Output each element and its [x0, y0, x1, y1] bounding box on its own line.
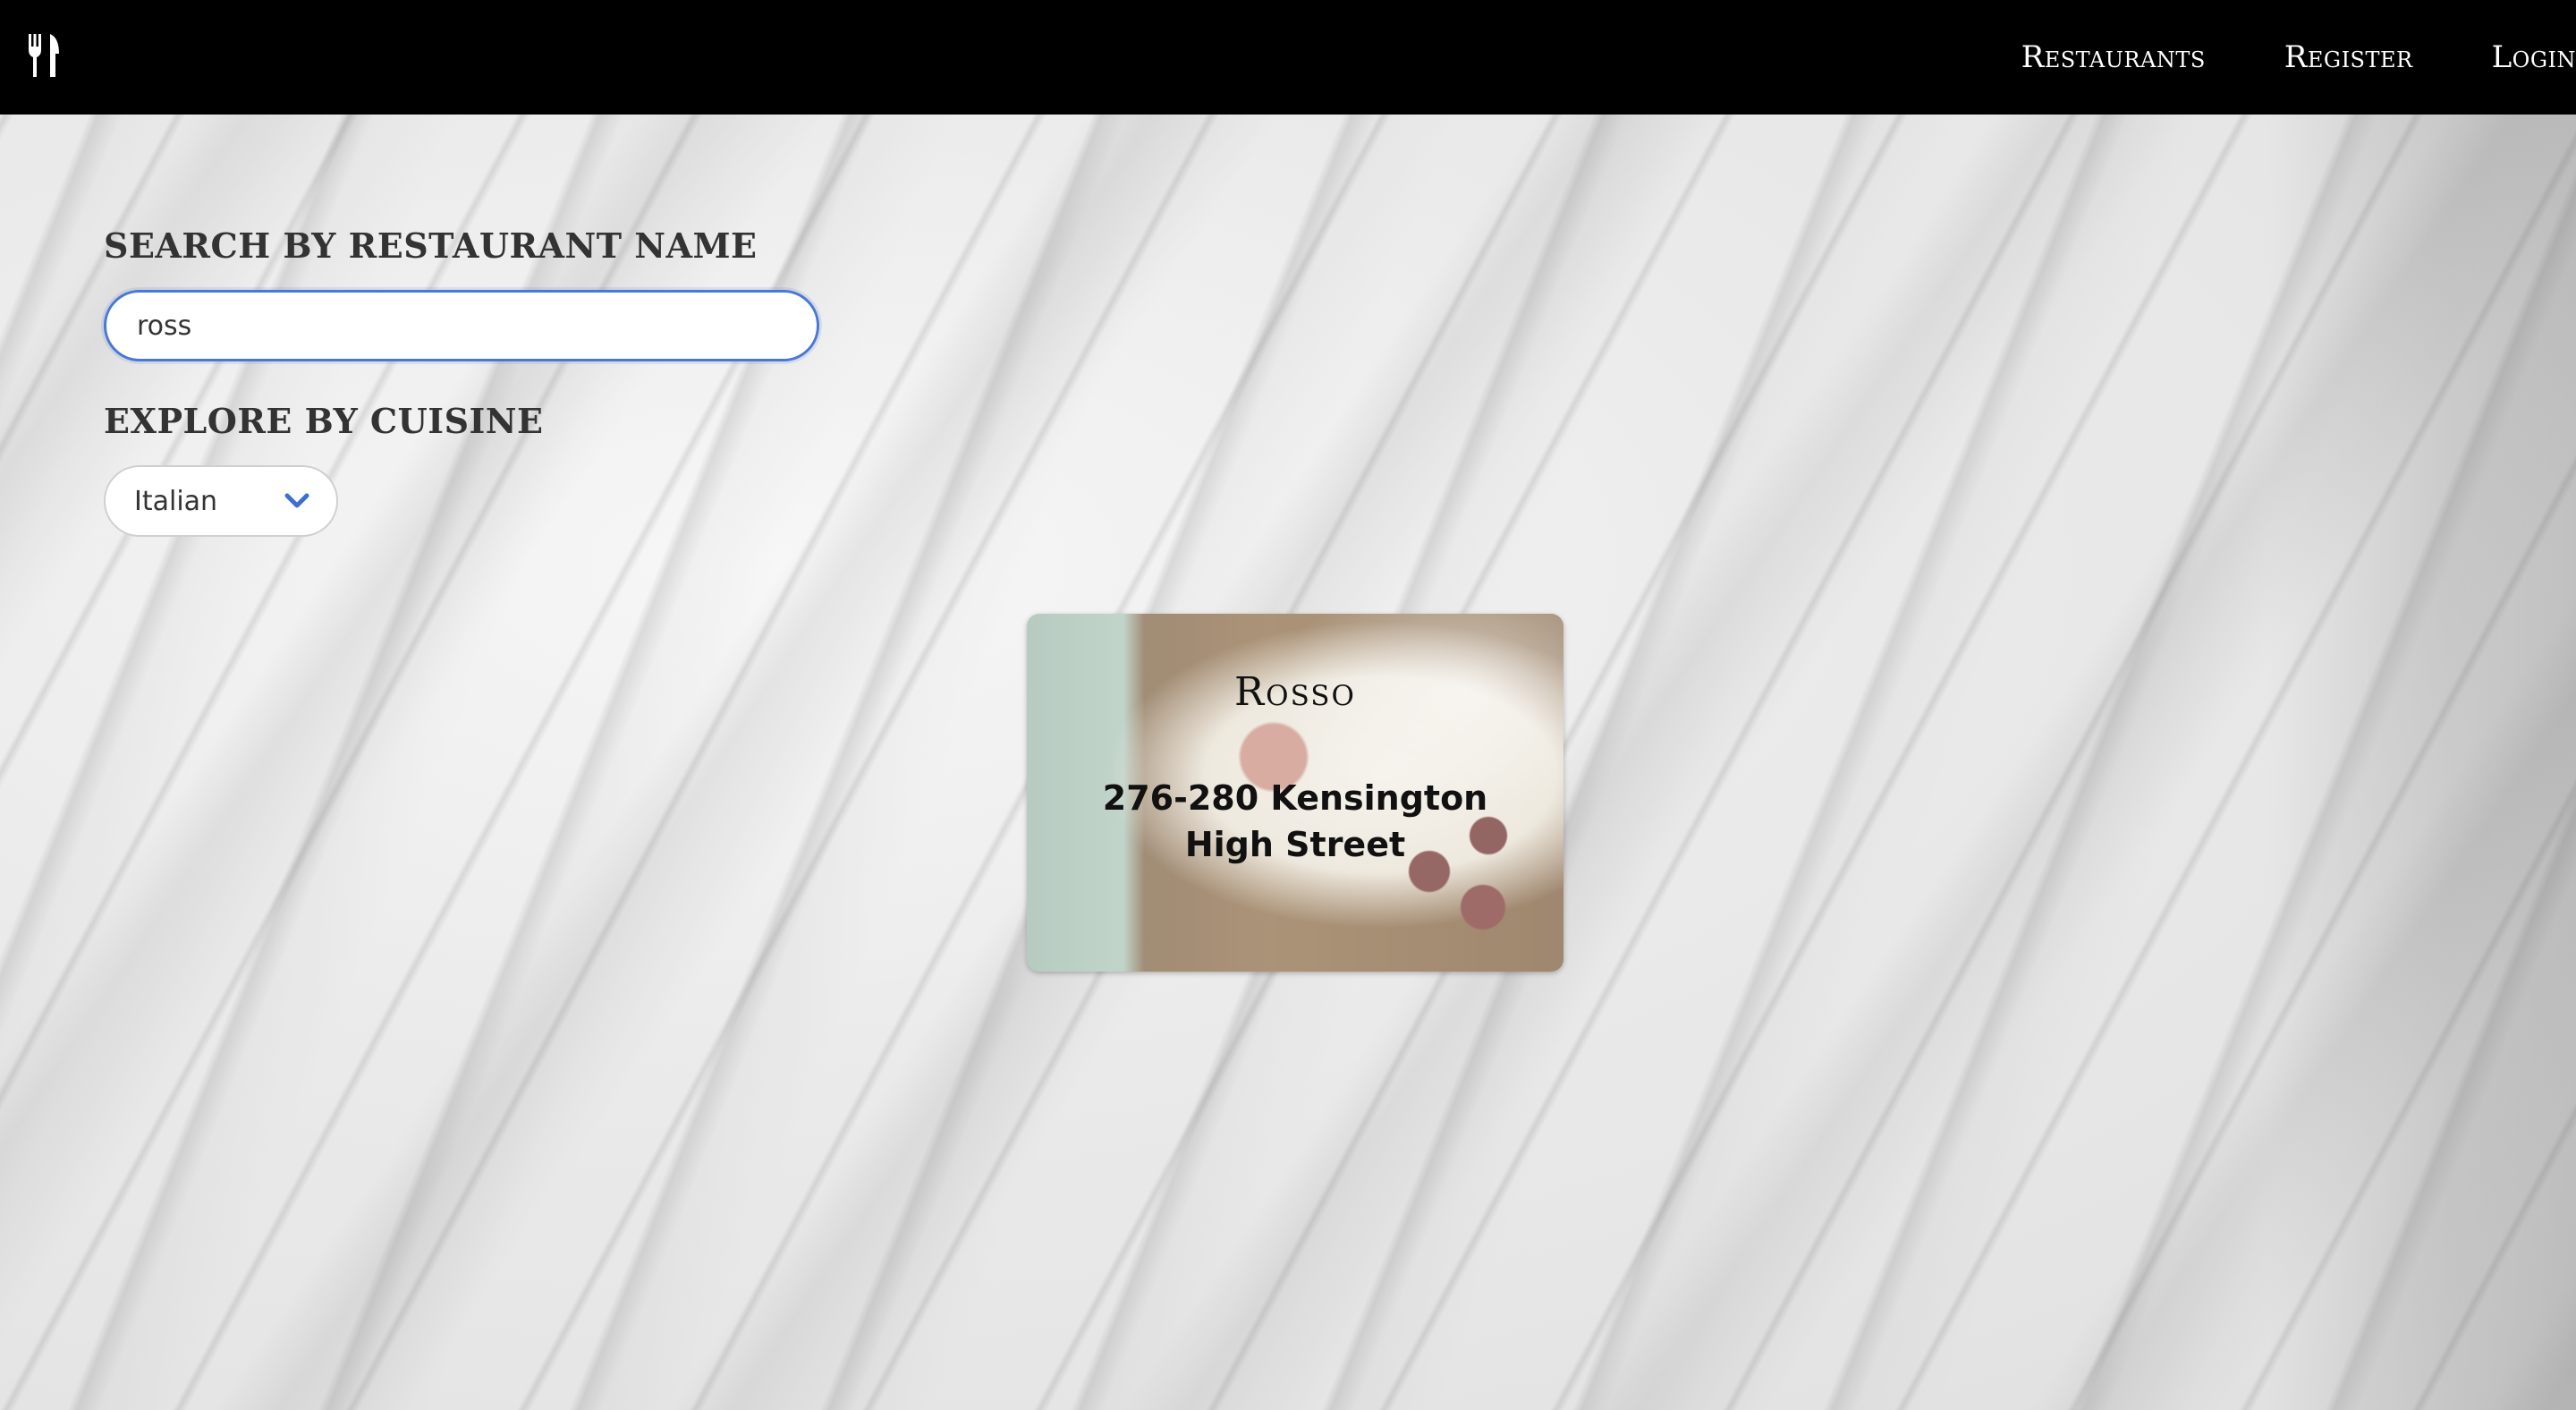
cuisine-label: EXPLORE BY CUISINE: [104, 401, 544, 441]
nav-register-link[interactable]: Register: [2284, 39, 2413, 75]
restaurant-search-input[interactable]: [104, 290, 819, 361]
cuisine-select[interactable]: Italian: [104, 465, 338, 537]
chevron-down-icon: [284, 493, 309, 508]
top-navbar: Restaurants Register Login: [0, 0, 2576, 115]
cuisine-selected-value: Italian: [134, 485, 218, 517]
main-nav: Restaurants Register Login: [1943, 0, 2576, 115]
main-content: SEARCH BY RESTAURANT NAME EXPLORE BY CUI…: [0, 115, 2576, 1410]
restaurant-address: 276-280 Kensington High Street: [1102, 778, 1488, 864]
restaurant-name: Rosso: [1234, 669, 1356, 715]
fork-knife-icon[interactable]: [27, 34, 63, 77]
nav-restaurants-link[interactable]: Restaurants: [2021, 39, 2206, 75]
nav-login-link[interactable]: Login: [2492, 39, 2576, 75]
restaurant-card[interactable]: Rosso 276-280 Kensington High Street: [1027, 614, 1563, 972]
search-label: SEARCH BY RESTAURANT NAME: [104, 225, 758, 266]
